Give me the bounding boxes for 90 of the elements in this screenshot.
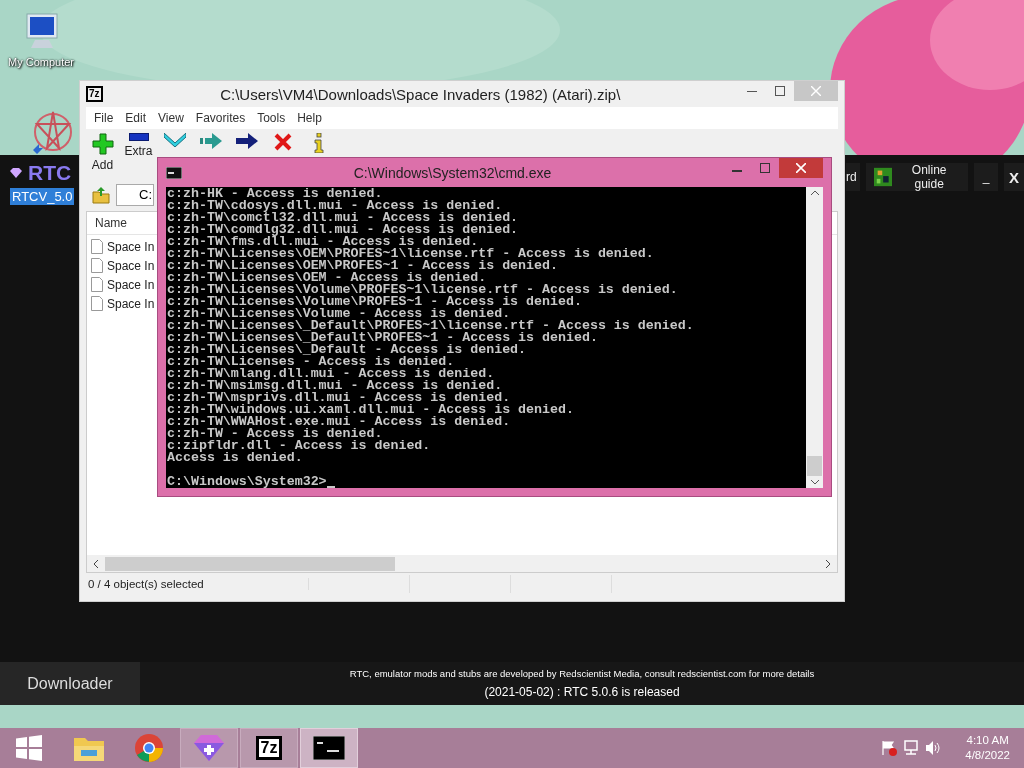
- taskbar-button[interactable]: [300, 728, 358, 768]
- console-line: c:zh-TW\Licenses\_Default\PROFES~1 - Access is denied.: [167, 332, 599, 344]
- menu-item[interactable]: File: [88, 111, 120, 125]
- minus-icon: [128, 133, 149, 141]
- file-icon: [91, 296, 103, 311]
- app-icon: 7z: [86, 86, 103, 102]
- console-icon: [166, 166, 182, 179]
- cross-icon: [273, 133, 292, 151]
- header-button[interactable]: X: [1004, 163, 1024, 191]
- header-button[interactable]: rd: [846, 163, 860, 191]
- console-line: c:zh-TW\Licenses\OEM\PROFES~1\license.rtf - Access is denied.: [167, 248, 655, 260]
- column-header[interactable]: Name: [95, 216, 127, 230]
- star-pattern-icon[interactable]: [31, 110, 75, 155]
- console-line: c:zh-TW\Licenses\Volume\PROFES~1\license.rtf - Access is denied.: [167, 284, 679, 296]
- gem-icon: [10, 168, 22, 178]
- text-cursor: [326, 486, 335, 488]
- file-icon: [91, 239, 103, 254]
- console-line: c:zipfldr.dll - Access is denied.: [167, 440, 432, 452]
- command-prompt[interactable]: C:\Windows\System32>: [167, 476, 327, 488]
- pixel-art-icon: [874, 167, 893, 187]
- arrow-icon: [235, 133, 258, 149]
- status-text: 0 / 4 object(s) selected: [86, 578, 309, 590]
- console-line: c:zh-HK - Access is denied.: [167, 188, 383, 200]
- info-icon: [312, 133, 325, 153]
- gem-icon: [194, 735, 224, 761]
- icon-label: My Computer: [8, 56, 74, 68]
- console-line: c:zh-TW\Licenses\Volume\PROFES~1 - Access is denied.: [167, 296, 583, 308]
- credits-text: RTC, emulator mods and stubs are developed by Redscientist Media, consult redscientist.com for more details: [349, 668, 815, 679]
- scrollbar[interactable]: [806, 187, 823, 488]
- arrow-icon: [199, 133, 222, 149]
- console-line: c:zh-TW\comdlg32.dll.mui - Access is denied.: [167, 224, 520, 236]
- folder-up-icon[interactable]: [92, 186, 110, 204]
- console-line: c:zh-TW\windows.ui.xaml.dll.mui - Access is denied.: [167, 404, 575, 416]
- console-line: c:zh-TW\Licenses\_Default\PROFES~1\license.rtf - Access is denied.: [167, 320, 695, 332]
- flag-icon[interactable]: [881, 740, 898, 756]
- console-line: c:zh-TW\comctl32.dll.mui - Access is denied.: [167, 212, 520, 224]
- console-line: c:zh-TW\msprivs.dll.mui - Access is denied.: [167, 392, 512, 404]
- plus-icon: [91, 133, 114, 155]
- scroll-thumb[interactable]: [807, 456, 822, 476]
- browser-icon: [134, 733, 164, 763]
- minimize-icon: [747, 90, 757, 92]
- window-title: C:\Windows\System32\cmd.exe: [352, 164, 553, 181]
- console-line: c:zh-TW\Licenses\OEM\PROFES~1 - Access is denied.: [167, 260, 559, 272]
- console-line: c:zh-TW\WWAHost.exe.mui - Access is denied.: [167, 416, 512, 428]
- check-icon: [163, 133, 186, 147]
- menu-item[interactable]: Edit: [119, 111, 153, 125]
- news-text: (2021-05-02) : RTC 5.0.6 is released: [484, 685, 680, 699]
- file-icon: [91, 258, 103, 273]
- menu-item[interactable]: Help: [291, 111, 328, 125]
- file-name[interactable]: Space In: [107, 277, 155, 292]
- console-line: c:zh-TW\Licenses\Volume - Access is denied.: [167, 308, 511, 320]
- scrollbar[interactable]: [87, 555, 837, 572]
- version-label: RTCV_5.0: [10, 188, 75, 205]
- file-icon: [91, 277, 103, 292]
- network-icon[interactable]: [903, 740, 920, 756]
- console-line: c:zh-TW\mlang.dll.mui - Access is denied.: [167, 368, 495, 380]
- console-line: Access is denied.: [167, 452, 304, 464]
- downloader-tab[interactable]: Downloader: [0, 662, 140, 705]
- toolbar-button[interactable]: Extra: [122, 133, 155, 158]
- console-icon: [313, 736, 345, 760]
- menu-item[interactable]: View: [152, 111, 190, 125]
- close-icon: [796, 163, 806, 173]
- console-line: c:zh-TW\msimsg.dll.mui - Access is denied.: [167, 380, 503, 392]
- header-button[interactable]: _: [974, 163, 998, 191]
- windows-logo-icon: [16, 735, 42, 761]
- maximize-icon: [760, 163, 770, 173]
- console-line: c:zh-TW\Licenses\_Default - Access is denied.: [167, 344, 528, 356]
- maximize-icon: [775, 86, 785, 96]
- close-button[interactable]: [779, 158, 823, 178]
- window-title: C:\Users\VM4\Downloads\Space Invaders (1982) (Atari).zip\: [219, 85, 622, 103]
- console-line: c:zh-TW\cdosys.dll.mui - Access is denied.: [167, 200, 503, 212]
- toolbar-button[interactable]: Add: [86, 133, 119, 172]
- console-line: c:zh-TW - Access is denied.: [167, 428, 383, 440]
- taskbar-button[interactable]: 7z: [240, 728, 298, 768]
- file-name[interactable]: Space In: [107, 258, 155, 273]
- header-button[interactable]: Online guide: [866, 163, 968, 191]
- minimize-icon: [732, 170, 742, 172]
- console-line: c:zh-TW\Licenses\OEM - Access is denied.: [167, 272, 487, 284]
- file-name[interactable]: Space In: [107, 239, 155, 254]
- menu-item[interactable]: Favorites: [189, 111, 252, 125]
- close-icon: [811, 86, 821, 96]
- console-line: c:zh-TW\Licenses - Access is denied.: [167, 356, 455, 368]
- speaker-icon[interactable]: [925, 740, 942, 756]
- console-line: c:zh-TW\fms.dll.mui - Access is denied.: [167, 236, 479, 248]
- scroll-thumb[interactable]: [105, 556, 395, 571]
- address-field[interactable]: C:: [116, 184, 154, 206]
- app-icon: 7z: [255, 736, 283, 760]
- app-logo: RTC: [28, 161, 72, 185]
- menu-item[interactable]: Tools: [251, 111, 292, 125]
- file-name[interactable]: Space In: [107, 296, 155, 311]
